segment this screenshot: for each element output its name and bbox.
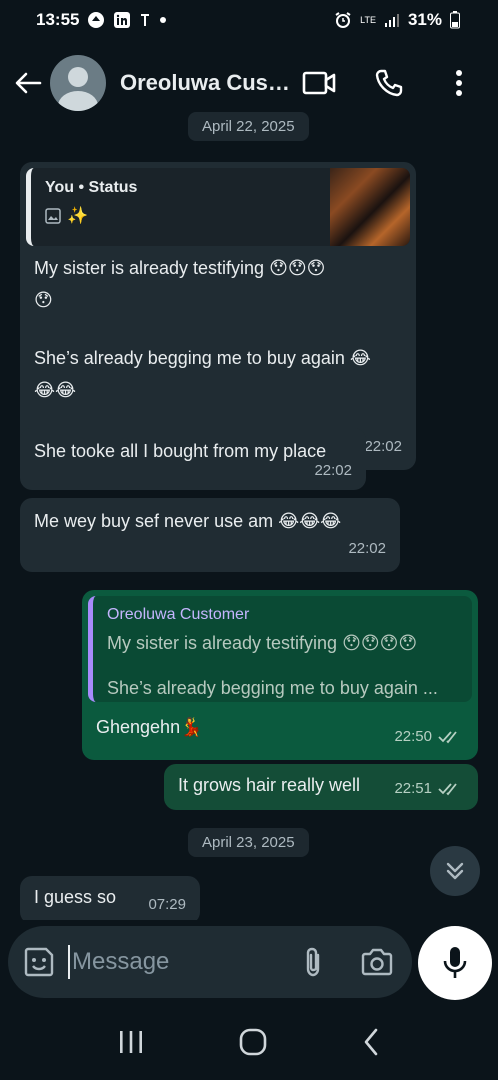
scroll-to-bottom-button[interactable]	[430, 846, 480, 896]
message-time: 07:29	[148, 896, 186, 913]
message-text: My sister is already testifying 😯😯😯	[34, 258, 326, 278]
message-input[interactable]: Message	[68, 945, 169, 979]
message-bubble[interactable]: I guess so 07:29	[20, 876, 200, 920]
quoted-status[interactable]: You • Status ✨	[26, 168, 410, 246]
image-icon	[45, 208, 61, 224]
voice-call-icon	[375, 69, 403, 97]
lte-icon: LTE	[360, 14, 376, 25]
signal-icon	[384, 12, 400, 28]
message-list[interactable]: April 22, 2025 You • Status ✨ My sister …	[0, 110, 498, 920]
back-button[interactable]	[12, 63, 44, 103]
paperclip-icon	[306, 947, 320, 977]
system-navigation-bar	[0, 1004, 498, 1080]
home-button[interactable]	[238, 1027, 268, 1057]
message-bubble[interactable]: She tooke all I bought from my place 22:…	[20, 428, 366, 490]
back-arrow-icon	[15, 72, 42, 94]
system-back-button[interactable]	[361, 1027, 381, 1057]
alarm-icon	[334, 11, 352, 29]
quote-separator: •	[78, 179, 85, 196]
message-time: 22:02	[314, 462, 352, 479]
emoji-button[interactable]	[22, 945, 56, 979]
message-bubble[interactable]: Me wey buy sef never use am 😂😂😂 22:02	[20, 498, 400, 572]
message-bubble[interactable]: Oreoluwa Customer My sister is already t…	[82, 590, 478, 760]
message-text: 😯	[34, 290, 53, 310]
status-time: 13:55	[36, 10, 80, 29]
read-ticks-icon	[438, 731, 457, 744]
date-chip: April 22, 2025	[188, 112, 309, 141]
video-call-icon	[302, 71, 336, 95]
recent-apps-icon	[119, 1031, 142, 1053]
voice-message-button[interactable]	[418, 926, 492, 1000]
contact-avatar[interactable]	[50, 55, 106, 111]
sparkles-emoji: ✨	[67, 206, 89, 226]
message-bubble[interactable]: It grows hair really well 22:51	[164, 764, 478, 810]
quote-text: My sister is already testifying 😯😯😯😯	[107, 633, 418, 653]
more-options-icon	[456, 70, 462, 96]
microphone-icon	[443, 947, 467, 978]
status-bar: 13:55 LTE 31%	[0, 0, 498, 40]
message-text: She’s already begging me to buy again 😂	[34, 348, 371, 368]
message-time-text: 22:51	[394, 780, 432, 797]
quoted-message[interactable]: Oreoluwa Customer My sister is already t…	[88, 596, 472, 702]
notification-icon	[87, 11, 105, 29]
sticker-icon	[24, 947, 54, 977]
quote-label: Status	[88, 179, 138, 196]
camera-icon	[361, 948, 393, 976]
battery-icon	[450, 11, 460, 29]
signal-alert-icon	[139, 11, 151, 29]
home-icon	[239, 1028, 267, 1056]
dot-icon	[159, 16, 167, 24]
message-time: 22:51	[394, 774, 464, 804]
voice-call-button[interactable]	[372, 63, 406, 103]
double-chevron-down-icon	[446, 862, 464, 880]
attach-button[interactable]	[302, 946, 324, 978]
quote-author: You	[45, 179, 75, 196]
contact-name[interactable]: Oreoluwa Cust…	[120, 70, 292, 96]
battery-percent: 31%	[407, 10, 442, 29]
message-time: 22:50	[394, 722, 464, 752]
back-chevron-icon	[365, 1028, 378, 1056]
message-text: Me wey buy sef never use am 😂😂😂	[34, 511, 342, 531]
message-time: 22:02	[364, 438, 402, 455]
message-composer: Message	[8, 926, 412, 998]
status-thumbnail	[330, 168, 410, 246]
message-text: Ghengehn💃	[96, 717, 203, 737]
network-label: LTE	[360, 14, 376, 25]
message-time-text: 22:50	[394, 728, 432, 745]
message-text: She tooke all I bought from my place	[34, 441, 327, 461]
recent-apps-button[interactable]	[117, 1029, 145, 1055]
message-text: 😂😂	[34, 380, 77, 400]
quote-text: She’s already begging me to buy again ..…	[107, 678, 438, 698]
read-ticks-icon	[438, 783, 457, 796]
linkedin-icon	[113, 11, 131, 29]
quote-author: Oreoluwa Customer	[107, 606, 250, 623]
message-time: 22:02	[348, 540, 386, 557]
more-options-button[interactable]	[442, 63, 476, 103]
video-call-button[interactable]	[302, 63, 336, 103]
date-chip: April 23, 2025	[188, 828, 309, 857]
camera-button[interactable]	[360, 948, 394, 976]
message-bubble[interactable]: You • Status ✨ My sister is already test…	[20, 162, 416, 470]
